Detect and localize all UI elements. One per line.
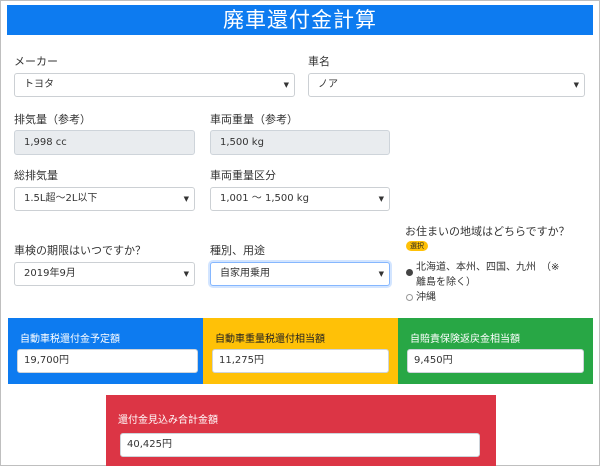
chevron-down-icon: ▼ [283,81,289,89]
required-badge: 選択 [406,241,428,251]
usage-label: 種別、用途 [210,244,265,257]
insurance-refund-label: 自賠責保険返戻金相当額 [410,334,520,345]
weight-field: 1,500 kg [210,130,390,155]
chevron-down-icon: ▼ [378,195,384,203]
model-select[interactable]: ノア ▼ [308,73,585,97]
car-tax-refund-label: 自動車税還付金予定額 [20,334,120,345]
maker-value: トヨタ [24,79,54,90]
weight-label: 車両重量（参考） [210,113,298,126]
car-tax-refund-panel: 自動車税還付金予定額 19,700円 [8,318,203,384]
inspection-select[interactable]: 2019年9月 ▼ [14,262,195,286]
inspection-label: 車検の期限はいつですか？ [14,244,146,257]
maker-select[interactable]: トヨタ ▼ [14,73,295,97]
total-refund-field: 40,425円 [120,433,480,457]
chevron-down-icon: ▼ [573,81,579,89]
displacement-field: 1,998 cc [14,130,195,155]
region-option-mainland[interactable]: 北海道、本州、四国、九州 （※ 離島を除く） [416,260,596,290]
chevron-down-icon: ▼ [378,270,384,278]
chevron-down-icon: ▼ [183,270,189,278]
displacement-label: 排気量（参考） [14,113,91,126]
total-refund-panel: 還付金見込み合計金額 40,425円 [106,395,496,466]
model-label: 車名 [308,55,330,68]
insurance-refund-panel: 自賠責保険返戻金相当額 9,450円 [398,318,593,384]
chevron-down-icon: ▼ [183,195,189,203]
region-option-mainland-line2: 離島を除く） [416,277,476,288]
maker-label: メーカー [14,55,58,68]
usage-value: 自家用乗用 [220,268,270,279]
weight-tax-refund-panel: 自動車重量税還付相当額 11,275円 [203,318,398,384]
weight-class-value: 1,001 〜 1,500 kg [220,193,309,204]
total-displacement-select[interactable]: 1.5L超〜2L以下 ▼ [14,187,195,211]
car-tax-refund-field: 19,700円 [17,349,198,373]
total-refund-label: 還付金見込み合計金額 [118,415,218,426]
total-displacement-label: 総排気量 [14,169,58,182]
weight-class-label: 車両重量区分 [210,169,276,182]
weight-tax-refund-label: 自動車重量税還付相当額 [215,334,325,345]
region-label: お住まいの地域はどちらですか？ [405,225,570,238]
weight-class-select[interactable]: 1,001 〜 1,500 kg ▼ [210,187,390,211]
page-title: 廃車還付金計算 [7,5,593,35]
insurance-refund-field: 9,450円 [407,349,584,373]
region-option-okinawa[interactable]: 沖縄 [416,290,436,305]
model-value: ノア [318,79,338,90]
total-displacement-value: 1.5L超〜2L以下 [24,193,98,204]
region-option-mainland-line1: 北海道、本州、四国、九州 （※ [416,262,560,273]
weight-tax-refund-field: 11,275円 [212,349,389,373]
inspection-value: 2019年9月 [24,268,76,279]
region-radio-okinawa[interactable] [406,294,413,301]
usage-select[interactable]: 自家用乗用 ▼ [210,262,390,286]
region-radio-mainland[interactable] [406,269,413,276]
